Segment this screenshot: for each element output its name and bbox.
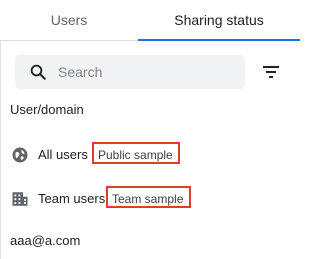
table-row-email[interactable]: aaa@a.com xyxy=(10,233,80,248)
search-input[interactable] xyxy=(58,61,238,83)
tab-users[interactable]: Users xyxy=(0,0,138,40)
status-badge: Team sample xyxy=(106,186,191,208)
column-header-user-domain: User/domain xyxy=(10,102,84,117)
search-box[interactable] xyxy=(15,55,245,89)
building-icon xyxy=(11,190,29,208)
status-badge: Public sample xyxy=(92,142,180,164)
tab-sharing-status[interactable]: Sharing status xyxy=(138,0,300,41)
table-row[interactable]: All users Public sample xyxy=(0,133,300,177)
filter-icon[interactable] xyxy=(261,62,281,82)
tab-bar: Users Sharing status xyxy=(0,0,300,41)
search-icon xyxy=(29,63,47,81)
row-label: Team users xyxy=(38,191,106,206)
globe-icon xyxy=(11,146,29,164)
table-row[interactable]: Team users Team sample xyxy=(0,177,300,221)
row-label: All users xyxy=(38,147,88,162)
